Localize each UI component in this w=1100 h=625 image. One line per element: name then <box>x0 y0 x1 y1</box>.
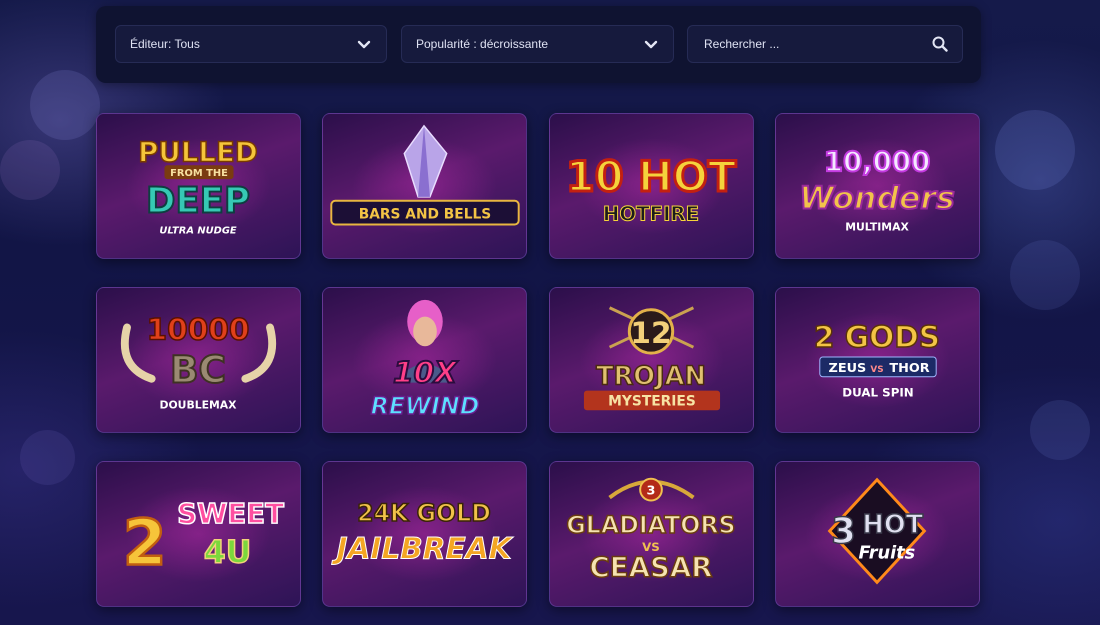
game-title-line: THOR <box>889 361 929 376</box>
popularity-select[interactable]: Popularité : décroissante <box>401 25 674 63</box>
game-logo: 2 SWEET 4U <box>122 496 285 580</box>
game-logo: 10X REWIND <box>370 299 480 421</box>
publisher-select-label: Éditeur: Tous <box>130 37 200 51</box>
game-title-line: TROJAN <box>596 362 706 392</box>
game-title-line: HOTFIRE <box>603 203 699 226</box>
game-title-line: VS <box>870 365 883 375</box>
game-logo: 3 GLADIATORS VS CEASAR <box>566 477 736 584</box>
popularity-select-label: Popularité : décroissante <box>416 37 549 51</box>
game-title-line: 10000 <box>147 312 250 346</box>
game-tile-10000-wonders[interactable]: 10,000 Wonders MULTIMAX <box>775 113 980 259</box>
game-title-line: GLADIATORS <box>566 511 735 539</box>
game-tile-2-sweet-4u[interactable]: 2 SWEET 4U <box>96 461 301 607</box>
game-tile-3-hot-fruits[interactable]: 3 HOT Fruits <box>775 461 980 607</box>
game-tile-bars-and-bells[interactable]: BARS AND BELLS <box>322 113 527 259</box>
background-bokeh <box>1010 240 1080 310</box>
game-logo: PULLED FROM THE DEEP ULTRA NUDGE <box>137 135 258 237</box>
game-subtitle: ULTRA NUDGE <box>159 225 237 236</box>
game-title-line: 2 GODS <box>814 320 940 354</box>
game-title-line: Fruits <box>859 544 916 564</box>
game-tile-pulled-from-the-deep[interactable]: PULLED FROM THE DEEP ULTRA NUDGE <box>96 113 301 259</box>
game-tile-10000-bc[interactable]: 10000 BC DOUBLEMAX <box>96 287 301 433</box>
chevron-down-icon <box>643 36 659 52</box>
game-logo: 10,000 Wonders MULTIMAX <box>798 144 955 233</box>
game-tile-24k-gold-jailbreak[interactable]: 24K GOLD JAILBREAK <box>322 461 527 607</box>
game-title-line: JAILBREAK <box>331 532 513 566</box>
game-logo: 3 HOT Fruits <box>827 477 927 585</box>
chevron-down-icon <box>356 36 372 52</box>
game-logo: 10000 BC DOUBLEMAX <box>120 312 277 411</box>
game-title-line: BC <box>170 348 226 392</box>
game-tile-10-hot-hotfire[interactable]: 10 HOT HOTFIRE <box>549 113 754 259</box>
game-logo: 24K GOLD JAILBREAK <box>331 498 514 566</box>
game-title-line: HOT <box>862 510 923 540</box>
game-subtitle: MULTIMAX <box>845 220 909 233</box>
game-title-line: SWEET <box>177 497 284 530</box>
game-logo: BARS AND BELLS <box>330 124 520 226</box>
search-icon[interactable] <box>932 36 948 52</box>
game-logo: 10 HOT HOTFIRE <box>564 151 738 226</box>
game-title-line: 12 <box>630 316 671 350</box>
game-title-line: 10,000 <box>824 145 931 178</box>
search-input[interactable] <box>702 36 932 52</box>
background-bokeh <box>1030 400 1090 460</box>
game-title-line: Wonders <box>799 181 955 217</box>
filter-bar: Éditeur: Tous Popularité : décroissante <box>96 6 981 83</box>
game-title-line: 24K GOLD <box>357 499 491 527</box>
background-bokeh <box>20 430 75 485</box>
game-title-line: 10 HOT <box>566 153 737 201</box>
background-bokeh <box>0 140 60 200</box>
game-tile-2-gods[interactable]: 2 GODS ZEUS VS THOR DUAL SPIN <box>775 287 980 433</box>
search-field[interactable] <box>687 25 963 63</box>
game-title-line: REWIND <box>371 392 480 420</box>
background-bokeh <box>995 110 1075 190</box>
game-tile-10x-rewind[interactable]: 10X REWIND <box>322 287 527 433</box>
game-subtitle: DOUBLEMAX <box>159 398 237 411</box>
game-title-line: 2 <box>123 506 167 580</box>
game-logo: 2 GODS ZEUS VS THOR DUAL SPIN <box>813 319 941 399</box>
game-tile-3-gladiators-vs-ceasar[interactable]: 3 GLADIATORS VS CEASAR <box>549 461 754 607</box>
game-title-line: 3 <box>647 484 656 499</box>
background-bokeh <box>30 70 100 140</box>
game-title-line: 10X <box>393 356 459 390</box>
game-title-line: CEASAR <box>589 550 712 583</box>
game-title-line: ZEUS <box>829 361 867 376</box>
game-title-line: DEEP <box>146 181 250 222</box>
game-title-line: PULLED <box>138 135 258 168</box>
publisher-select[interactable]: Éditeur: Tous <box>115 25 387 63</box>
game-title-line: 3 <box>831 511 856 552</box>
game-subtitle: DUAL SPIN <box>842 385 913 399</box>
game-subtitle: MYSTERIES <box>608 393 696 409</box>
game-logo: 12 TROJAN MYSTERIES <box>583 306 721 411</box>
game-title-line: FROM THE <box>170 168 228 179</box>
game-title-line: 4U <box>204 535 252 571</box>
game-tile-12-trojan-mysteries[interactable]: 12 TROJAN MYSTERIES <box>549 287 754 433</box>
game-title-line: BARS AND BELLS <box>359 207 492 223</box>
